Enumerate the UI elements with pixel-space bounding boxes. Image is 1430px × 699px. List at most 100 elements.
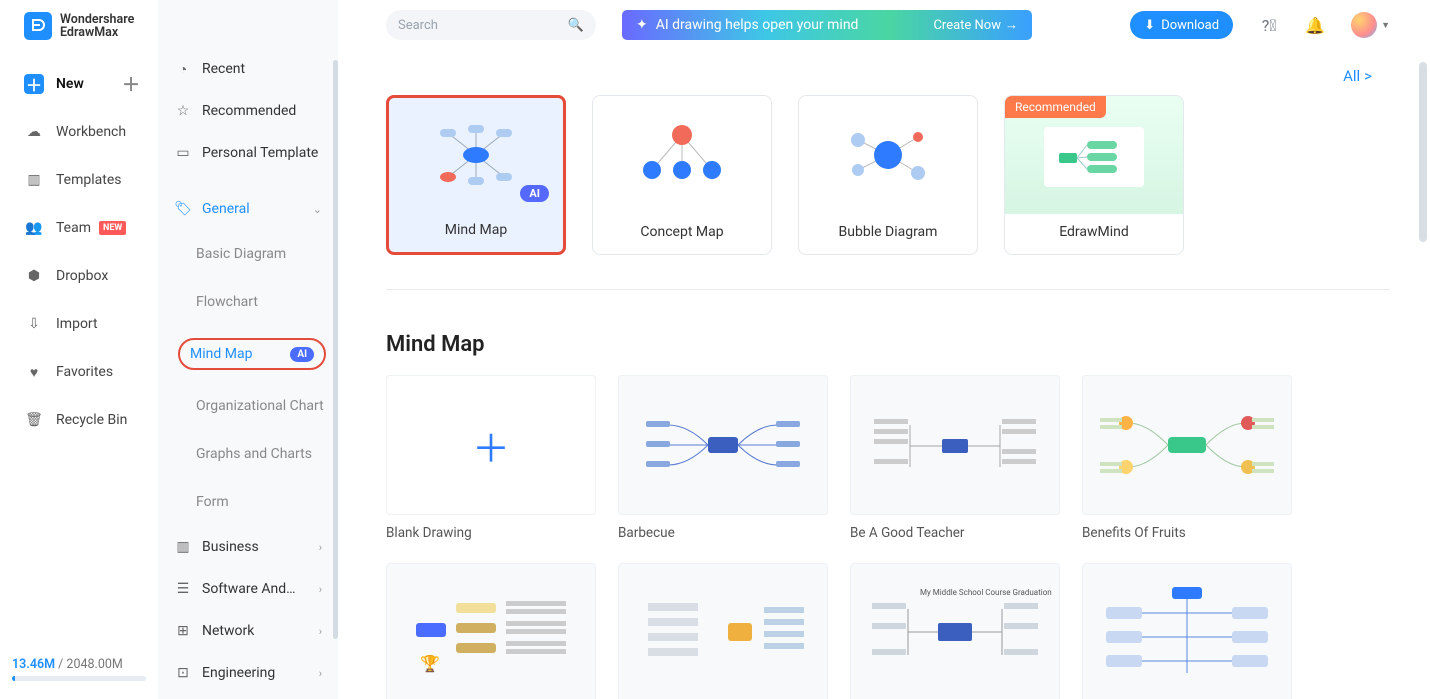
- panel-recent[interactable]: ◔Recent: [158, 48, 338, 90]
- briefcase-icon: ▥: [174, 538, 192, 556]
- category-panel: ◔Recent ☆Recommended ▭Personal Template …: [158, 0, 338, 699]
- diagram-type-row: AI Mind Map Concept Map: [386, 95, 1390, 255]
- chevron-right-icon: ›: [319, 583, 322, 596]
- app-logo[interactable]: Wondershare EdrawMax: [0, 12, 158, 40]
- all-link[interactable]: All >: [386, 66, 1372, 85]
- templates-icon: ▥: [24, 170, 44, 190]
- nav-workbench[interactable]: ☁ Workbench: [0, 108, 158, 156]
- network-icon: ⊞: [174, 622, 192, 640]
- svg-text:🏆: 🏆: [420, 654, 440, 673]
- bell-icon[interactable]: 🔔: [1305, 15, 1325, 35]
- plus-icon: ＋: [24, 74, 44, 94]
- panel-network[interactable]: ⊞Network›: [158, 610, 338, 652]
- storage-total: 2048.00M: [66, 657, 122, 672]
- type-bubble-diagram[interactable]: Bubble Diagram: [798, 95, 978, 255]
- storage-bar: [12, 676, 146, 681]
- search-icon[interactable]: 🔍: [568, 18, 584, 33]
- promo-text: AI drawing helps open your mind: [656, 17, 859, 33]
- type-mind-map[interactable]: AI Mind Map: [386, 95, 566, 255]
- type-label: EdrawMind: [1005, 214, 1183, 254]
- template-card-blank[interactable]: ＋ Blank Drawing: [386, 375, 596, 541]
- sub-org-chart[interactable]: Organizational Chart: [188, 394, 338, 418]
- nav-label: Recycle Bin: [56, 412, 127, 428]
- storage-meter: 13.46M / 2048.00M: [0, 657, 158, 699]
- sparkle-icon: ✦: [636, 17, 648, 33]
- type-edrawmind[interactable]: Recommended EdrawMind: [1004, 95, 1184, 255]
- template-name: Barbecue: [618, 525, 828, 541]
- ai-badge: AI: [520, 185, 549, 202]
- type-label: Mind Map: [389, 212, 563, 252]
- team-icon: 👥: [24, 218, 44, 238]
- template-card[interactable]: Barbecue: [618, 375, 828, 541]
- panel-recommended[interactable]: ☆Recommended: [158, 90, 338, 132]
- scrollbar[interactable]: [1419, 60, 1427, 699]
- storage-used: 13.46M: [12, 657, 55, 672]
- template-card[interactable]: Benefits Of Fruits: [1082, 375, 1292, 541]
- search-placeholder: Search: [398, 18, 438, 33]
- chevron-down-icon: ⌄: [313, 203, 322, 216]
- nav-recycle[interactable]: 🗑 Recycle Bin: [0, 396, 158, 444]
- sub-form[interactable]: Form: [188, 490, 338, 514]
- nav-import[interactable]: ⇩ Import: [0, 300, 158, 348]
- general-sublist: Basic Diagram Flowchart Mind MapAI Organ…: [158, 230, 338, 526]
- template-card[interactable]: [618, 563, 828, 699]
- nav-team[interactable]: 👥 Team NEW: [0, 204, 158, 252]
- nav-label: Templates: [56, 172, 122, 188]
- import-icon: ⇩: [24, 314, 44, 334]
- promo-cta[interactable]: Create Now→: [933, 17, 1018, 33]
- nav-new-label: New: [56, 76, 84, 92]
- panel-general[interactable]: 🏷General⌄: [158, 188, 338, 230]
- template-card[interactable]: [1082, 563, 1292, 699]
- chevron-down-icon: ▼: [1381, 20, 1390, 31]
- template-card[interactable]: My Middle School Course Graduation: [850, 563, 1060, 699]
- type-label: Concept Map: [593, 214, 771, 254]
- recommended-badge: Recommended: [1005, 96, 1106, 118]
- chevron-right-icon: ›: [319, 625, 322, 638]
- template-name: Be A Good Teacher: [850, 525, 1060, 541]
- panel-personal[interactable]: ▭Personal Template: [158, 132, 338, 174]
- chevron-right-icon: ›: [319, 667, 322, 680]
- star-icon: ☆: [174, 102, 192, 120]
- sub-mind-map[interactable]: Mind MapAI: [178, 338, 326, 370]
- sub-basic-diagram[interactable]: Basic Diagram: [188, 242, 338, 266]
- panel-software[interactable]: ☰Software And…›: [158, 568, 338, 610]
- template-card[interactable]: 🏆: [386, 563, 596, 699]
- user-menu[interactable]: ▼: [1351, 12, 1390, 38]
- topbar: Search 🔍 ✦ AI drawing helps open your mi…: [386, 10, 1390, 40]
- nav-label: Import: [56, 316, 98, 332]
- nav-label: Favorites: [56, 364, 113, 380]
- chevron-right-icon: ›: [319, 541, 322, 554]
- blank-thumb: ＋: [386, 375, 596, 515]
- panel-business[interactable]: ▥Business›: [158, 526, 338, 568]
- left-nav: Wondershare EdrawMax ＋ New ＋ ☁ Workbench…: [0, 0, 158, 699]
- download-button[interactable]: ⬇Download: [1130, 11, 1233, 39]
- trash-icon: 🗑: [24, 410, 44, 430]
- nav-dropbox[interactable]: ⬢ Dropbox: [0, 252, 158, 300]
- sub-flowchart[interactable]: Flowchart: [188, 290, 338, 314]
- promo-banner[interactable]: ✦ AI drawing helps open your mind Create…: [622, 10, 1032, 40]
- new-badge: NEW: [99, 221, 126, 235]
- nav-new[interactable]: ＋ New ＋: [0, 60, 158, 108]
- heart-icon: ♥: [24, 362, 44, 382]
- type-concept-map[interactable]: Concept Map: [592, 95, 772, 255]
- type-label: Bubble Diagram: [799, 214, 977, 254]
- plus-icon: ＋: [472, 418, 510, 473]
- nav-templates[interactable]: ▥ Templates: [0, 156, 158, 204]
- software-icon: ☰: [174, 580, 192, 598]
- panel-engineering[interactable]: ⊡Engineering›: [158, 652, 338, 694]
- doc-icon: ▭: [174, 144, 192, 162]
- search-input[interactable]: Search 🔍: [386, 10, 596, 40]
- avatar: [1351, 12, 1377, 38]
- nav-label: Workbench: [56, 124, 126, 140]
- help-icon[interactable]: ?⃝: [1259, 15, 1279, 35]
- main-area: Search 🔍 ✦ AI drawing helps open your mi…: [338, 0, 1430, 699]
- svg-text:My Middle School Course Gradua: My Middle School Course Graduation: [920, 588, 1052, 597]
- chevron-right-icon: >: [1364, 67, 1372, 85]
- add-icon[interactable]: ＋: [122, 71, 140, 97]
- nav-favorites[interactable]: ♥ Favorites: [0, 348, 158, 396]
- sub-graphs[interactable]: Graphs and Charts: [188, 442, 338, 466]
- cloud-icon: ☁: [24, 122, 44, 142]
- template-name: Blank Drawing: [386, 525, 596, 541]
- template-card[interactable]: Be A Good Teacher: [850, 375, 1060, 541]
- logo-text: Wondershare EdrawMax: [60, 13, 134, 39]
